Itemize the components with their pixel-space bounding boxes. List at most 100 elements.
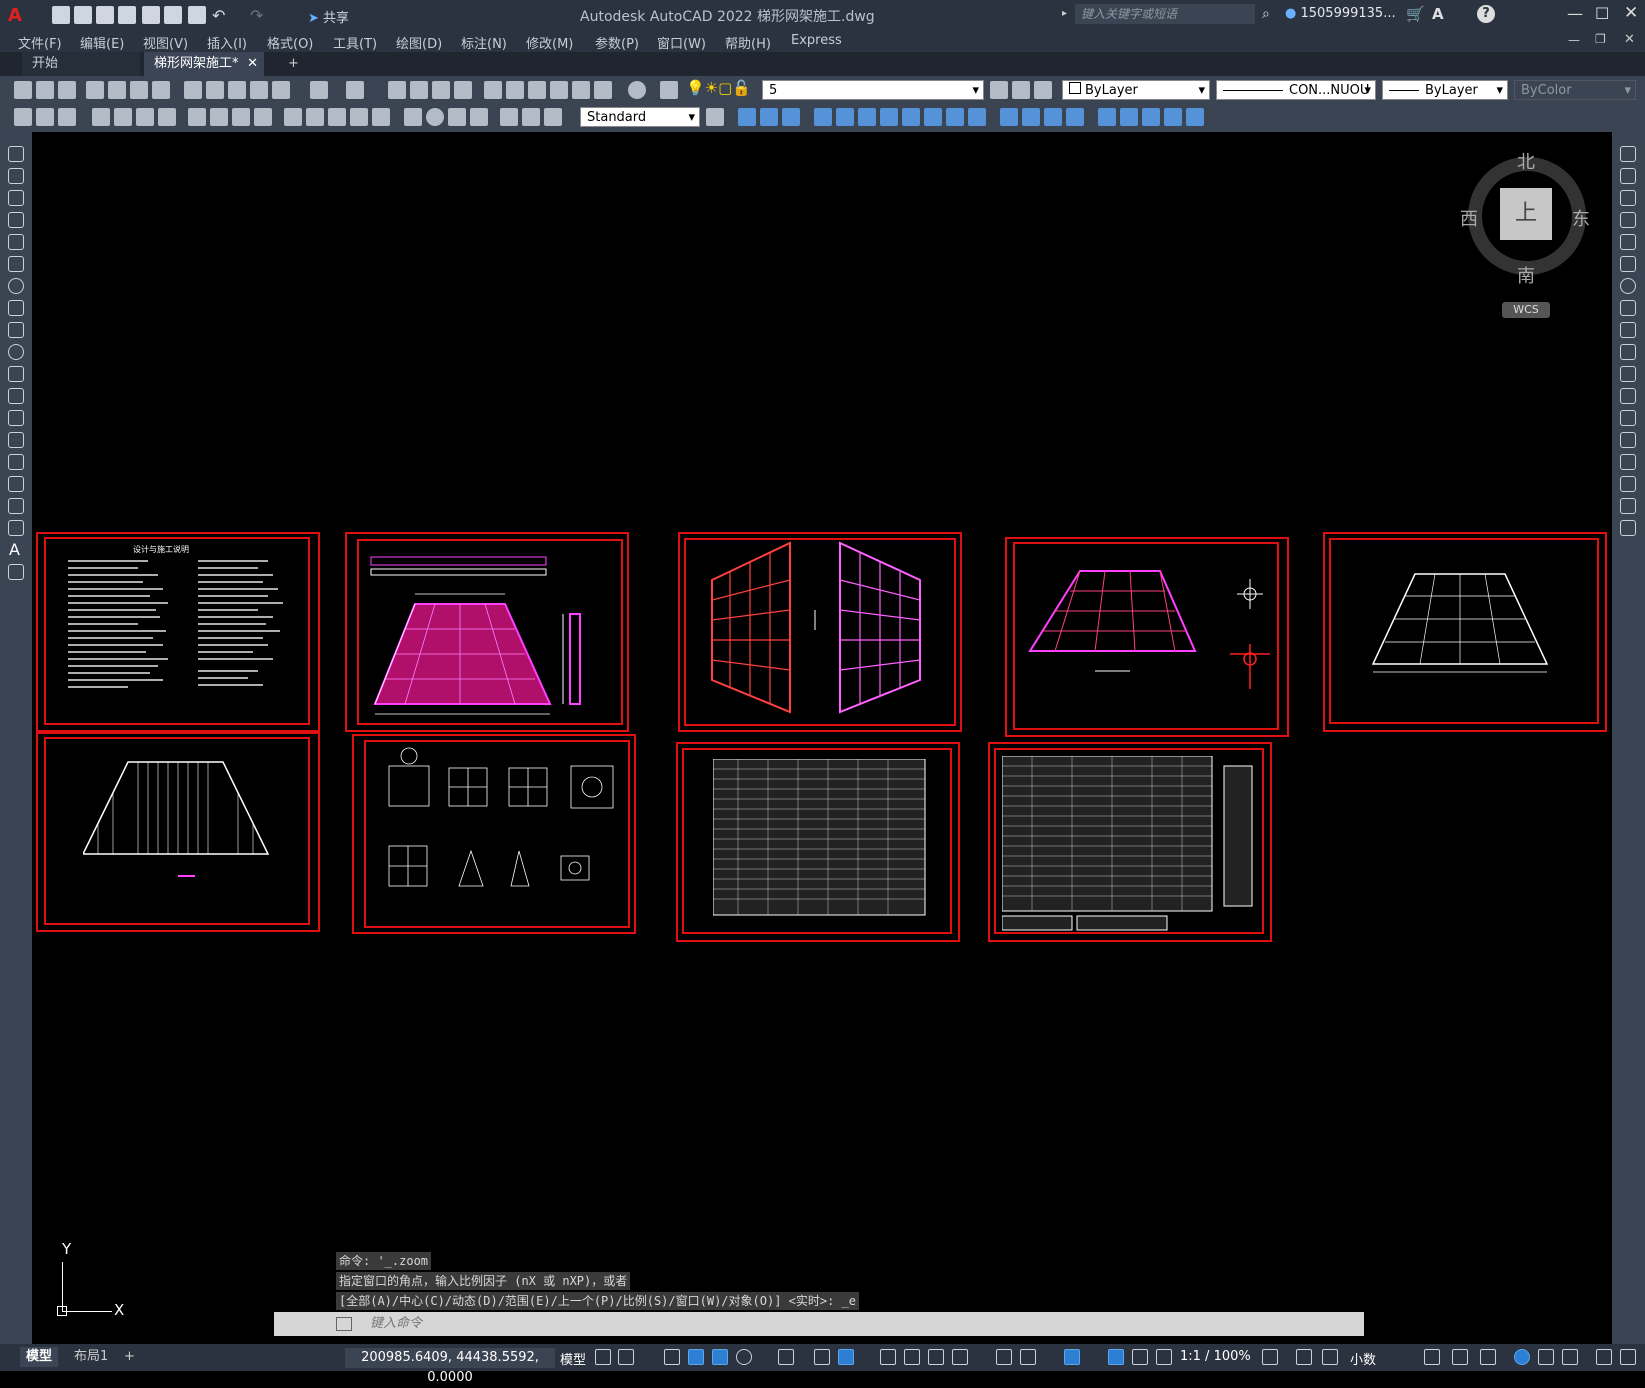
redo-icon[interactable]: ↷ bbox=[250, 6, 268, 25]
dim-style-manager-icon[interactable] bbox=[706, 108, 724, 126]
join-icon[interactable] bbox=[1022, 108, 1040, 126]
command-input[interactable]: 键入命令 bbox=[334, 1314, 1364, 1334]
app-logo-icon[interactable]: A bbox=[8, 5, 22, 26]
lineweight-dropdown[interactable]: ByLayer ▾ bbox=[1382, 80, 1508, 100]
3d-dwf-icon[interactable] bbox=[152, 81, 170, 99]
dim-text-edit-icon[interactable] bbox=[522, 108, 540, 126]
erase-side-icon[interactable] bbox=[1620, 146, 1636, 162]
rotate-icon[interactable] bbox=[880, 108, 898, 126]
cut-icon[interactable] bbox=[184, 81, 202, 99]
new-file-icon[interactable] bbox=[52, 6, 70, 24]
maximize-icon[interactable]: ☐ bbox=[1595, 4, 1609, 23]
cart-icon[interactable]: 🛒 bbox=[1406, 5, 1425, 23]
block-editor-icon[interactable] bbox=[272, 81, 290, 99]
copy-object-icon[interactable] bbox=[760, 108, 778, 126]
doc-restore-icon[interactable]: ❐ bbox=[1595, 32, 1606, 46]
gradient-icon[interactable] bbox=[8, 476, 24, 492]
edit-polyline-icon[interactable] bbox=[1164, 108, 1182, 126]
plotstyle-dropdown[interactable]: ByColor ▾ bbox=[1514, 80, 1636, 100]
dynamic-input-icon[interactable] bbox=[688, 1349, 704, 1365]
paste-icon[interactable] bbox=[228, 81, 246, 99]
construction-line-icon[interactable] bbox=[8, 168, 24, 184]
pan-icon[interactable] bbox=[388, 81, 406, 99]
calculator-icon[interactable] bbox=[594, 81, 612, 99]
match-properties-icon[interactable] bbox=[250, 81, 268, 99]
doc-close-icon[interactable]: ✕ bbox=[1624, 32, 1635, 47]
offset-icon[interactable] bbox=[814, 108, 832, 126]
units-icon[interactable] bbox=[1322, 1349, 1338, 1365]
revision-cloud-icon[interactable] bbox=[8, 300, 24, 316]
join-side-icon[interactable] bbox=[1620, 432, 1636, 448]
array-icon[interactable] bbox=[836, 108, 854, 126]
polyline-icon[interactable] bbox=[8, 190, 24, 206]
dim-space-icon[interactable] bbox=[350, 108, 368, 126]
menu-format[interactable]: 格式(O) bbox=[267, 33, 313, 52]
save-as-icon[interactable] bbox=[118, 6, 136, 24]
move-icon[interactable] bbox=[858, 108, 876, 126]
inspect-icon[interactable] bbox=[448, 108, 466, 126]
tab-drawing[interactable]: 梯形网架施工* ✕ bbox=[144, 52, 264, 76]
quick-properties-icon[interactable] bbox=[1424, 1349, 1440, 1365]
viewcube-north[interactable]: 北 bbox=[1517, 148, 1535, 174]
stretch-icon[interactable] bbox=[924, 108, 942, 126]
linear-dim-icon[interactable] bbox=[92, 108, 110, 126]
workspace-gear-icon[interactable] bbox=[1262, 1349, 1278, 1365]
customize-statusbar-icon[interactable] bbox=[1596, 1349, 1612, 1365]
dim-override-icon[interactable] bbox=[58, 108, 76, 126]
fillet-icon[interactable] bbox=[1066, 108, 1084, 126]
rotate-side-icon[interactable] bbox=[1620, 278, 1636, 294]
ellipse-icon[interactable] bbox=[8, 344, 24, 360]
rectangle-icon[interactable] bbox=[8, 234, 24, 250]
offset-side-icon[interactable] bbox=[1620, 212, 1636, 228]
help-icon[interactable]: ? bbox=[1477, 5, 1495, 23]
point-icon[interactable] bbox=[8, 432, 24, 448]
dim-update-icon[interactable] bbox=[36, 108, 54, 126]
ordinate-icon[interactable] bbox=[158, 108, 176, 126]
center-mark-icon[interactable] bbox=[426, 108, 444, 126]
viewcube-south[interactable]: 南 bbox=[1517, 262, 1535, 288]
menu-view[interactable]: 视图(V) bbox=[143, 33, 188, 52]
layer-dropdown[interactable]: 5 ▾ bbox=[762, 80, 984, 100]
array-side-icon[interactable] bbox=[1620, 234, 1636, 250]
dim-edit-icon[interactable] bbox=[500, 108, 518, 126]
tab-layout1[interactable]: 布局1 bbox=[68, 1347, 114, 1367]
redo-tool-icon[interactable] bbox=[346, 81, 364, 99]
continue-icon[interactable] bbox=[328, 108, 346, 126]
auto-scale-icon[interactable] bbox=[1132, 1349, 1148, 1365]
drawing-sheet-elevations[interactable] bbox=[678, 532, 962, 732]
new-layout-button[interactable]: + bbox=[118, 1347, 141, 1367]
wcs-menu-button[interactable]: WCS bbox=[1502, 302, 1550, 318]
scale-side-icon[interactable] bbox=[1620, 300, 1636, 316]
status-menu-icon[interactable] bbox=[1620, 1349, 1636, 1365]
dim-update-2-icon[interactable] bbox=[544, 108, 562, 126]
close-icon[interactable]: ✕ bbox=[1624, 3, 1638, 23]
drawing-sheet-table-2[interactable] bbox=[988, 742, 1272, 942]
drawing-sheet-notes[interactable]: 设计与施工说明 bbox=[36, 532, 320, 732]
explode-side-icon[interactable] bbox=[1620, 520, 1636, 536]
aligned-dim-icon[interactable] bbox=[114, 108, 132, 126]
ellipse-arc-icon[interactable] bbox=[8, 366, 24, 382]
scale-icon[interactable] bbox=[902, 108, 920, 126]
make-block-icon[interactable] bbox=[8, 410, 24, 426]
minimize-icon[interactable]: — bbox=[1567, 4, 1583, 23]
color-dropdown[interactable]: ByLayer ▾ bbox=[1062, 80, 1210, 100]
zoom-previous-icon[interactable] bbox=[454, 81, 472, 99]
diameter-icon[interactable] bbox=[232, 108, 250, 126]
autodesk-app-icon[interactable]: A bbox=[1432, 5, 1444, 23]
polygon-icon[interactable] bbox=[8, 212, 24, 228]
extend-side-icon[interactable] bbox=[1620, 366, 1636, 382]
dim-style-dropdown[interactable]: Standard ▾ bbox=[580, 107, 700, 127]
fillet-side-icon[interactable] bbox=[1620, 476, 1636, 492]
grid-icon[interactable] bbox=[595, 1349, 611, 1365]
baseline-icon[interactable] bbox=[306, 108, 324, 126]
extend-icon[interactable] bbox=[968, 108, 986, 126]
plot-preview-icon[interactable] bbox=[108, 81, 126, 99]
user-account[interactable]: ● 1505999135... bbox=[1285, 6, 1396, 21]
insert-block-icon[interactable] bbox=[8, 388, 24, 404]
viewcube-top-face[interactable]: 上 bbox=[1500, 188, 1552, 240]
chamfer-icon[interactable] bbox=[1044, 108, 1062, 126]
snap-icon[interactable] bbox=[618, 1349, 634, 1365]
sheet-set-icon[interactable] bbox=[550, 81, 568, 99]
menu-dimension[interactable]: 标注(N) bbox=[461, 33, 507, 52]
polar-tracking-icon[interactable] bbox=[736, 1349, 752, 1365]
